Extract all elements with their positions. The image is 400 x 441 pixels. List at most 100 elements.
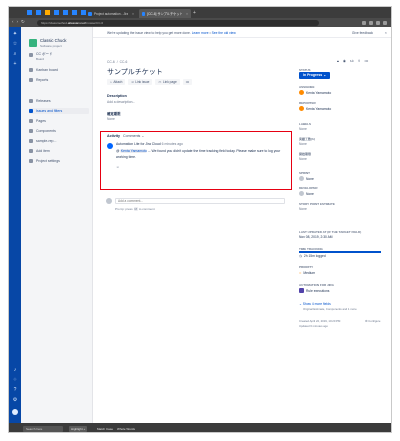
issue-summary[interactable]: サンプルチケット <box>107 67 163 77</box>
star-icon[interactable]: ☆ <box>12 41 18 47</box>
app-icon-6[interactable] <box>72 10 77 15</box>
app-icon-3[interactable] <box>45 10 50 15</box>
field-developer[interactable]: None <box>299 191 314 196</box>
field-actual-hours[interactable]: None <box>299 142 307 146</box>
see-old-view-link[interactable]: See the old view <box>212 31 236 35</box>
user-mention[interactable]: Kenta Yamamoto <box>120 149 148 153</box>
whole-words-toggle[interactable]: Whole Words <box>115 426 137 432</box>
avatar <box>106 198 112 204</box>
sidebar-item-sample-repository[interactable]: sample-rep... <box>29 138 89 144</box>
sidebar-item-releases[interactable]: Releases <box>29 98 89 104</box>
field-label-last-updated: LAST UPDATED AT (IF THE TARGET FIELD) <box>299 230 362 234</box>
jira-logo-icon[interactable]: ✦ <box>12 31 18 37</box>
tab-project-automation[interactable]: Project automation - Jira × <box>85 9 137 18</box>
chevron-down-icon: ⌄ <box>323 73 327 77</box>
field-last-updated[interactable]: Nov 08, 2019, 2:30 AM <box>299 235 333 239</box>
sidebar-item-pages[interactable]: Pages <box>29 118 89 124</box>
match-case-toggle[interactable]: Match Case <box>95 426 115 432</box>
add-icon <box>29 149 33 153</box>
search-icon[interactable]: ⌕ <box>12 51 18 57</box>
app-icon-2[interactable] <box>36 10 41 15</box>
like-icon[interactable]: 👍︎ <box>350 59 354 63</box>
rule-executions-link[interactable]: Rule executions <box>299 288 329 293</box>
field-start-date[interactable]: None <box>299 157 307 161</box>
field-priority[interactable]: = Medium <box>299 270 315 275</box>
activity-heading: Activity <box>107 134 120 138</box>
field-label-start-date: 開始期限 <box>299 152 312 156</box>
breadcrumb-project[interactable]: CC-6 <box>107 60 115 64</box>
field-assignee[interactable]: Kenta Yamamoto <box>299 90 331 95</box>
notifications-icon[interactable]: ♪ <box>12 367 18 373</box>
highlight-toggle[interactable]: Highlight + <box>69 425 88 432</box>
url-field[interactable]: https://classmethod-atlassian.net/browse… <box>37 19 319 26</box>
field-story-points[interactable]: None <box>299 207 307 211</box>
field-time-tracking[interactable]: ◷ 2h 15m logged <box>299 254 326 258</box>
find-bar: Search here Highlight + Match Case Whole… <box>9 423 391 432</box>
apps-grid-icon[interactable]: ⁘ <box>12 377 18 383</box>
custom-field-value[interactable]: None <box>107 117 115 121</box>
attach-button[interactable]: ⌁ Attach <box>107 79 126 85</box>
help-icon[interactable]: ? <box>12 387 18 393</box>
issue-header-icons: 🔒︎ ◉ 👍︎ ⇪ ••• <box>337 59 368 63</box>
configure-button[interactable]: ⚙ Configure <box>365 319 380 323</box>
breadcrumb-issue-key[interactable]: CC-6 <box>120 60 128 64</box>
extension-icon[interactable] <box>369 20 373 25</box>
new-tab-plus-icon[interactable]: + <box>193 10 196 16</box>
field-reporter[interactable]: Kenta Yamamoto <box>299 106 331 111</box>
close-icon[interactable]: × <box>186 12 188 16</box>
more-icon[interactable]: ••• <box>365 59 369 63</box>
description-field[interactable]: Add a description... <box>107 100 135 104</box>
app-icon-4[interactable] <box>54 10 59 15</box>
pro-tip: Pro tip: press M to comment <box>115 207 155 211</box>
reaction-smiley-icon[interactable]: ☺ <box>116 165 119 169</box>
app-icon-5[interactable] <box>63 10 68 15</box>
menu-icon[interactable] <box>383 20 387 25</box>
back-arrow-icon[interactable]: ‹ <box>12 19 14 25</box>
extension-icon[interactable] <box>376 20 380 25</box>
link-icon: ∞ <box>131 80 134 84</box>
project-header[interactable]: Classic Chuck Software project <box>29 38 67 48</box>
sidebar-item-project-settings[interactable]: Project settings <box>29 158 89 164</box>
activity-header: Activity Comments ⌄ <box>107 134 144 138</box>
share-icon[interactable]: ⇪ <box>358 59 361 63</box>
field-sprint[interactable]: None <box>299 176 314 181</box>
comment-timestamp: 6 minutes ago <box>161 142 183 146</box>
forward-arrow-icon[interactable]: › <box>17 19 19 25</box>
field-label-reporter: REPORTER <box>299 101 316 105</box>
avatar <box>299 191 304 196</box>
status-button[interactable]: In Progress ⌄ <box>299 72 331 79</box>
watch-eye-icon[interactable]: ◉ <box>343 59 346 63</box>
extension-icon[interactable] <box>362 20 366 25</box>
reload-icon[interactable]: ↻ <box>21 19 25 25</box>
show-more-fields-link[interactable]: ⌄ Show 4 more fields <box>299 302 331 306</box>
field-label-developer: DEVELOPER <box>299 186 318 190</box>
issue-actions: ⌁ Attach ∞ Link issue ▭ Link page ••• <box>107 79 193 85</box>
updated-timestamp: Updated 6 minutes ago <box>299 324 328 328</box>
sidebar-item-issues-and-filters[interactable]: Issues and filters <box>29 108 89 114</box>
activity-filter-select[interactable]: Comments ⌄ <box>123 134 144 138</box>
nav-buttons: ‹ › ↻ <box>12 19 25 25</box>
lock-icon[interactable]: 🔒︎ <box>337 59 339 63</box>
sidebar-item-reports[interactable]: Reports <box>29 77 89 83</box>
tab-issue[interactable]: [CC-6] サンプルチケット - Jira × <box>139 9 191 18</box>
time-tracking-bar[interactable] <box>299 251 381 253</box>
create-plus-icon[interactable]: + <box>12 61 18 67</box>
settings-gear-icon[interactable]: ⚙ <box>12 397 18 403</box>
find-input[interactable]: Search here <box>23 425 63 432</box>
user-avatar[interactable] <box>12 409 18 415</box>
add-comment-input[interactable] <box>115 198 285 204</box>
board-switcher[interactable]: CC ボード Board <box>29 52 89 62</box>
close-icon[interactable]: × <box>132 12 134 16</box>
sidebar-item-add-item[interactable]: Add item <box>29 148 89 154</box>
app-icon-1[interactable] <box>27 10 32 15</box>
field-labels[interactable]: None <box>299 127 307 131</box>
learn-more-link[interactable]: Learn more <box>192 31 209 35</box>
breadcrumb: CC-6 / CC-6 <box>107 60 128 64</box>
field-label-actual-hours: 実績工数(h) <box>299 137 315 141</box>
sidebar-item-components[interactable]: Components <box>29 128 89 134</box>
link-issue-button[interactable]: ∞ Link issue <box>128 79 153 85</box>
ship-icon <box>29 99 33 103</box>
sidebar-item-kanban-board[interactable]: Kanban board <box>29 67 89 73</box>
link-page-button[interactable]: ▭ Link page <box>155 79 180 85</box>
more-actions-button[interactable]: ••• <box>182 79 193 85</box>
